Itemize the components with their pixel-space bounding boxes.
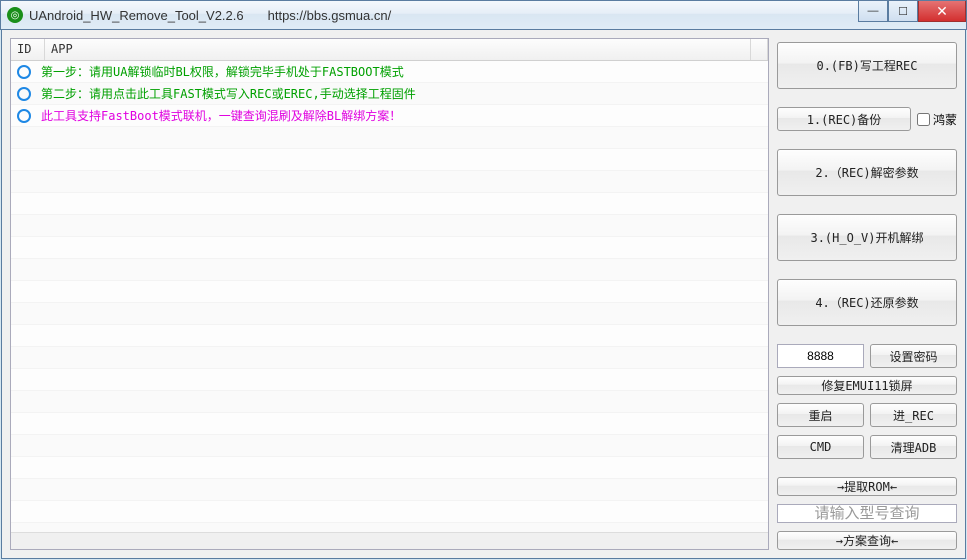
titlebar: ◎ UAndroid_HW_Remove_Tool_V2.2.6 https:/… — [0, 0, 967, 30]
empty-row — [11, 457, 768, 479]
app-icon: ◎ — [7, 7, 23, 23]
empty-row — [11, 127, 768, 149]
rec-restore-button[interactable]: 4.（REC)还原参数 — [777, 279, 957, 326]
empty-row — [11, 479, 768, 501]
empty-row — [11, 435, 768, 457]
list-item-text: 第二步：请用点击此工具FAST模式写入REC或EREC,手动选择工程固件 — [41, 85, 416, 102]
cmd-button[interactable]: CMD — [777, 435, 864, 459]
close-button[interactable]: ✕ — [918, 1, 966, 22]
model-search-input[interactable] — [777, 504, 957, 523]
empty-row — [11, 281, 768, 303]
horizontal-scrollbar[interactable] — [11, 532, 768, 549]
hongmeng-label: 鸿蒙 — [933, 111, 957, 128]
empty-row — [11, 325, 768, 347]
window-url: https://bbs.gsmua.cn/ — [268, 8, 392, 23]
col-header-app[interactable]: APP — [45, 39, 751, 60]
reboot-button[interactable]: 重启 — [777, 403, 864, 427]
maximize-button[interactable]: ☐ — [888, 1, 918, 22]
rec-backup-button[interactable]: 1.(REC)备份 — [777, 107, 911, 131]
col-header-id[interactable]: ID — [11, 39, 45, 60]
list-item-text: 第一步：请用UA解锁临时BL权限，解锁完毕手机处于FASTBOOT模式 — [41, 63, 404, 80]
password-input[interactable] — [777, 344, 864, 368]
empty-row — [11, 523, 768, 532]
enter-rec-button[interactable]: 进_REC — [870, 403, 957, 427]
window-controls: — ☐ ✕ — [858, 1, 966, 22]
window-title: UAndroid_HW_Remove_Tool_V2.2.6 — [29, 8, 244, 23]
radio-icon — [17, 87, 31, 101]
empty-row — [11, 303, 768, 325]
sidebar: 0.(FB)写工程REC 1.(REC)备份 鸿蒙 2.（REC)解密参数 3.… — [777, 38, 957, 550]
empty-row — [11, 259, 768, 281]
empty-row — [11, 215, 768, 237]
client-area: ID APP 第一步：请用UA解锁临时BL权限，解锁完毕手机处于FASTBOOT… — [1, 30, 966, 559]
empty-row — [11, 149, 768, 171]
empty-row — [11, 237, 768, 259]
log-list: ID APP 第一步：请用UA解锁临时BL权限，解锁完毕手机处于FASTBOOT… — [10, 38, 769, 550]
list-item-text: 此工具支持FastBoot模式联机，一键查询混刷及解除BL解绑方案！ — [41, 107, 401, 124]
list-header: ID APP — [11, 39, 768, 61]
plan-query-button[interactable]: →方案查询← — [777, 531, 957, 550]
empty-row — [11, 369, 768, 391]
radio-icon — [17, 65, 31, 79]
minimize-button[interactable]: — — [858, 1, 888, 22]
radio-icon — [17, 109, 31, 123]
hongmeng-checkbox[interactable] — [917, 113, 930, 126]
hongmeng-checkbox-wrap[interactable]: 鸿蒙 — [917, 107, 957, 131]
empty-row — [11, 193, 768, 215]
empty-row — [11, 171, 768, 193]
empty-row — [11, 347, 768, 369]
clear-adb-button[interactable]: 清理ADB — [870, 435, 957, 459]
set-password-button[interactable]: 设置密码 — [870, 344, 957, 368]
fix-emui-button[interactable]: 修复EMUI11锁屏 — [777, 376, 957, 395]
hov-unlock-button[interactable]: 3.(H_O_V)开机解绑 — [777, 214, 957, 261]
rec-decrypt-button[interactable]: 2.（REC)解密参数 — [777, 149, 957, 196]
empty-row — [11, 501, 768, 523]
list-item[interactable]: 第二步：请用点击此工具FAST模式写入REC或EREC,手动选择工程固件 — [11, 83, 768, 105]
extract-rom-button[interactable]: →提取ROM← — [777, 477, 957, 496]
list-item[interactable]: 此工具支持FastBoot模式联机，一键查询混刷及解除BL解绑方案！ — [11, 105, 768, 127]
list-body: 第一步：请用UA解锁临时BL权限，解锁完毕手机处于FASTBOOT模式第二步：请… — [11, 61, 768, 532]
list-item[interactable]: 第一步：请用UA解锁临时BL权限，解锁完毕手机处于FASTBOOT模式 — [11, 61, 768, 83]
fb-write-rec-button[interactable]: 0.(FB)写工程REC — [777, 42, 957, 89]
empty-row — [11, 391, 768, 413]
empty-row — [11, 413, 768, 435]
col-header-scroll — [751, 39, 768, 60]
